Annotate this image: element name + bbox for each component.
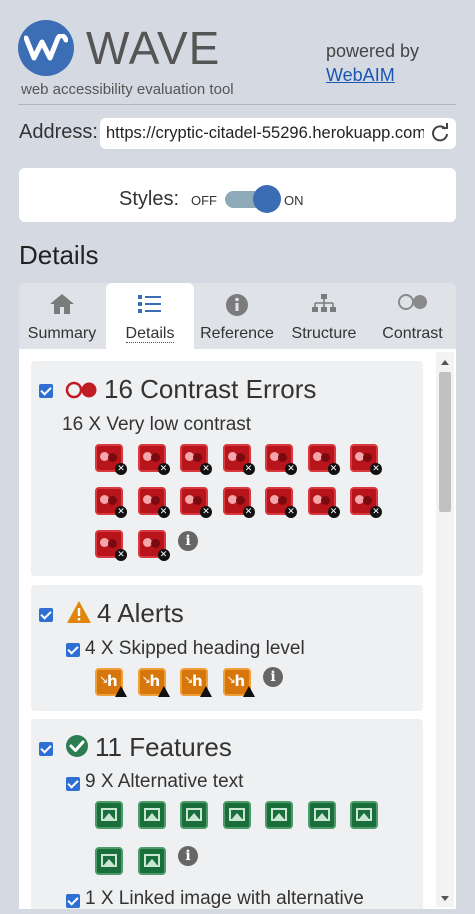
contrast-error-icon[interactable]: ✕ [137,444,170,475]
tab-contrast[interactable]: Contrast [369,283,456,349]
contrast-error-icon[interactable]: ✕ [95,530,127,561]
scroll-down-arrow[interactable] [441,896,449,901]
tab-bar: Summary Details Reference Structure Cont… [19,283,456,349]
info-icon[interactable]: i [178,846,198,866]
wave-logo-icon [18,20,74,76]
tab-reference[interactable]: Reference [195,283,279,349]
styles-on-label: ON [284,193,304,208]
address-field[interactable]: https://cryptic-citadel-55296.herokuapp.… [100,118,456,149]
linked-image-checkbox[interactable] [66,894,80,908]
alternative-text-icon[interactable] [307,801,338,831]
tab-summary[interactable]: Summary [19,283,105,349]
contrast-errors-title: 16 Contrast Errors [104,374,317,404]
styles-off-label: OFF [191,193,217,208]
alerts-title: 4 Alerts [97,598,184,628]
alternative-text-checkbox[interactable] [66,777,80,791]
contrast-error-icon[interactable]: ✕ [95,487,127,518]
contrast-error-icon[interactable]: ✕ [307,487,340,518]
header-divider [18,104,456,105]
alerts-section: 4 Alerts 4 X Skipped heading level ↘ h ↘ h ↘… [31,585,423,711]
alternative-text-icon[interactable] [137,847,168,877]
features-section: 11 Features 9 X Alternative text i 1 X L… [31,719,423,909]
home-icon [50,294,74,314]
alerts-checkbox[interactable] [39,608,53,622]
scrollbar[interactable] [436,352,454,907]
alternative-text-icon[interactable] [180,801,210,831]
tagline: web accessibility evaluation tool [21,81,234,98]
alternative-text-icon[interactable] [350,801,380,831]
tab-reference-label: Reference [200,325,274,342]
contrast-error-icon[interactable]: ✕ [180,444,212,475]
info-icon[interactable]: i [178,531,198,551]
contrast-errors-section: 16 Contrast Errors 16 X Very low contras… [31,361,423,576]
skipped-heading-icon[interactable]: ↘ h [222,668,255,698]
styles-panel: Styles: OFF ON [19,168,456,222]
styles-label: Styles: [119,188,180,210]
alternative-text-icon[interactable] [95,801,125,831]
skipped-heading-label: 4 X Skipped heading level [85,638,305,659]
info-icon[interactable]: i [263,667,283,687]
address-input[interactable]: https://cryptic-citadel-55296.herokuapp.… [106,124,424,143]
tab-structure-label: Structure [291,325,357,342]
alternative-text-icon[interactable] [222,801,253,831]
tab-summary-label: Summary [27,325,97,342]
powered-by-text: powered by [326,41,420,61]
details-heading: Details [19,240,99,270]
skipped-heading-checkbox[interactable] [66,643,80,657]
contrast-error-icon[interactable]: ✕ [137,487,170,518]
tab-details-label: Details [125,325,175,343]
alternative-text-label: 9 X Alternative text [85,771,244,792]
contrast-error-icon[interactable]: ✕ [350,444,382,475]
contrast-error-icon[interactable]: ✕ [180,487,212,518]
details-panel: 16 Contrast Errors 16 X Very low contras… [19,349,456,909]
reload-icon[interactable] [430,123,450,143]
list-icon [138,295,161,313]
contrast-errors-checkbox[interactable] [39,384,53,398]
skipped-heading-icon[interactable]: ↘ h [180,668,212,698]
tab-contrast-label: Contrast [382,325,443,342]
sitemap-icon [312,294,336,312]
tab-structure[interactable]: Structure [281,283,367,349]
alternative-text-icon[interactable] [265,801,295,831]
address-label: Address: [19,121,98,143]
scroll-up-arrow[interactable] [441,360,449,365]
contrast-error-icon[interactable]: ✕ [222,487,255,518]
contrast-error-icon[interactable]: ✕ [265,487,297,518]
contrast-error-icon[interactable]: ✕ [307,444,340,475]
contrast-icon [65,381,97,399]
alternative-text-icon[interactable] [137,801,168,831]
contrast-error-icon[interactable]: ✕ [95,444,127,475]
very-low-contrast-label: 16 X Very low contrast [62,414,252,435]
wave-logo: WAVE web accessibility evaluation tool [18,18,278,98]
skipped-heading-icon[interactable]: ↘ h [95,668,127,698]
tab-details[interactable]: Details [106,283,194,349]
linked-image-label: 1 X Linked image with alternative [85,888,364,909]
contrast-error-icon[interactable]: ✕ [265,444,297,475]
contrast-error-icon[interactable]: ✕ [222,444,255,475]
info-icon [226,294,248,316]
scroll-thumb[interactable] [439,372,451,512]
styles-toggle[interactable] [225,185,281,213]
powered-by: powered by WebAIM [326,39,419,87]
check-circle-icon [66,735,88,757]
contrast-icon [397,294,427,310]
logo-text: WAVE [86,22,221,74]
skipped-heading-icon[interactable]: ↘ h [137,668,170,698]
warning-icon [67,601,91,623]
contrast-error-icon[interactable]: ✕ [137,530,170,561]
features-checkbox[interactable] [39,742,53,756]
webaim-link[interactable]: WebAIM [326,63,419,87]
contrast-error-icon[interactable]: ✕ [350,487,382,518]
alternative-text-icon[interactable] [95,847,125,877]
features-title: 11 Features [95,732,232,762]
